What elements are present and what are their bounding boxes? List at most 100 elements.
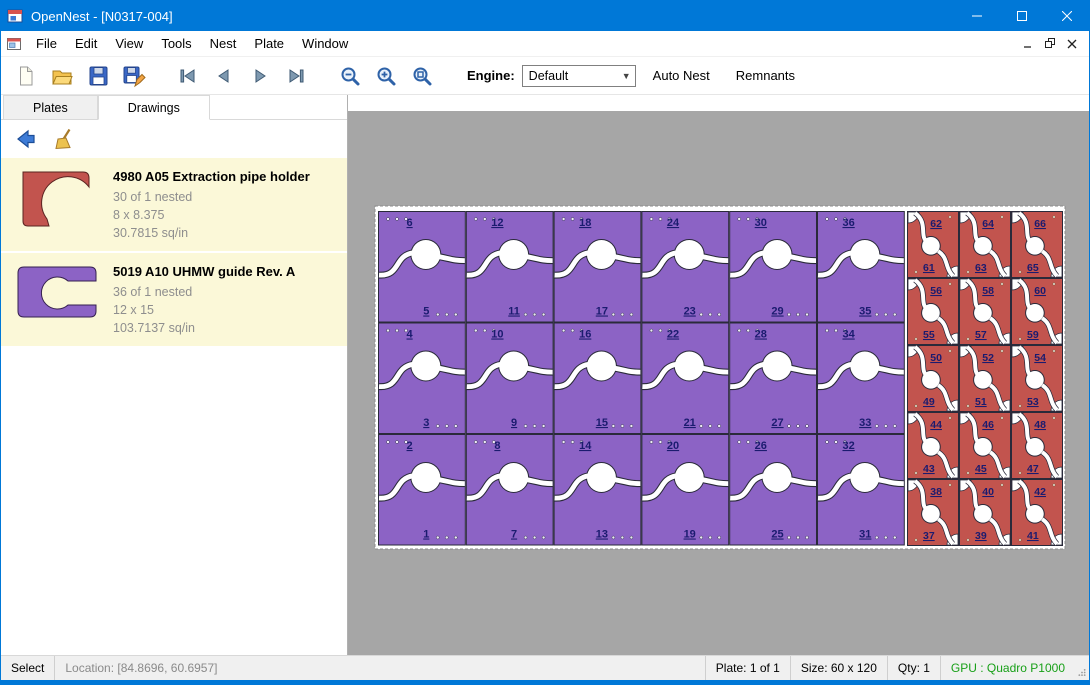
part-number-33[interactable]: 33: [859, 417, 871, 429]
nest-cell-red-42-41[interactable]: 4241: [1012, 480, 1063, 546]
nest-cell-purple-28-27[interactable]: 2827: [730, 323, 817, 434]
nest-cell-purple-16-15[interactable]: 1615: [554, 323, 641, 434]
nest-cell-purple-36-35[interactable]: 36 35: [818, 212, 905, 323]
nest-cell-red-54-53[interactable]: 5453: [1012, 346, 1063, 412]
nest-cell-red-50-49[interactable]: 5049: [908, 346, 959, 412]
part-number-48[interactable]: 48: [1034, 419, 1046, 431]
part-number-17[interactable]: 17: [596, 306, 608, 318]
part-number-35[interactable]: 35: [859, 306, 871, 318]
nest-cell-purple-26-25[interactable]: 26 25: [730, 435, 817, 546]
mdi-restore-button[interactable]: [1039, 34, 1061, 54]
part-number-53[interactable]: 53: [1027, 396, 1039, 408]
part-number-22[interactable]: 22: [667, 329, 679, 341]
part-number-58[interactable]: 58: [982, 285, 994, 297]
part-number-61[interactable]: 61: [923, 262, 935, 274]
part-number-11[interactable]: 11: [508, 306, 520, 318]
part-number-25[interactable]: 25: [771, 529, 783, 541]
menu-item-view[interactable]: View: [106, 32, 152, 55]
part-number-9[interactable]: 9: [511, 417, 517, 429]
part-number-42[interactable]: 42: [1034, 486, 1046, 498]
nest-cell-red-44-43[interactable]: 44 43: [908, 413, 959, 479]
back-button[interactable]: [9, 124, 41, 154]
nest-cell-red-40-39[interactable]: 40 39: [960, 480, 1011, 546]
part-number-38[interactable]: 38: [930, 486, 942, 498]
part-number-40[interactable]: 40: [982, 486, 994, 498]
part-number-12[interactable]: 12: [491, 217, 503, 229]
nest-cell-red-66-65[interactable]: 66 65: [1012, 212, 1063, 278]
mdi-close-button[interactable]: [1061, 34, 1083, 54]
nest-cell-red-62-61[interactable]: 6261: [908, 212, 959, 278]
nest-cell-purple-32-31[interactable]: 32 31: [818, 435, 905, 546]
part-number-56[interactable]: 56: [930, 285, 942, 297]
drawing-list-item-1[interactable]: 4980 A05 Extraction pipe holder 30 of 1 …: [1, 158, 347, 251]
zoom-fit-button[interactable]: [407, 61, 437, 91]
nest-cell-red-58-57[interactable]: 58 57: [960, 279, 1011, 345]
auto-nest-button[interactable]: Auto Nest: [644, 62, 719, 89]
part-number-44[interactable]: 44: [930, 419, 942, 431]
part-number-66[interactable]: 66: [1034, 218, 1046, 230]
part-number-37[interactable]: 37: [923, 530, 935, 542]
part-number-31[interactable]: 31: [859, 529, 871, 541]
part-number-28[interactable]: 28: [755, 329, 767, 341]
part-number-16[interactable]: 16: [579, 329, 591, 341]
part-number-1[interactable]: 1: [423, 529, 429, 541]
part-number-21[interactable]: 21: [684, 417, 696, 429]
part-number-32[interactable]: 32: [842, 440, 854, 452]
resize-grip[interactable]: [1075, 656, 1089, 680]
part-number-47[interactable]: 47: [1027, 463, 1039, 475]
part-number-23[interactable]: 23: [684, 306, 696, 318]
part-number-60[interactable]: 60: [1034, 285, 1046, 297]
save-button[interactable]: [83, 61, 113, 91]
nest-cell-purple-12-11[interactable]: 12 11: [466, 212, 553, 323]
new-button[interactable]: [11, 61, 41, 91]
tab-plates[interactable]: Plates: [3, 95, 98, 119]
nest-cell-purple-14-13[interactable]: 1413: [554, 435, 641, 546]
nav-next-button[interactable]: [245, 61, 275, 91]
part-number-15[interactable]: 15: [596, 417, 608, 429]
engine-select[interactable]: Default ▼: [522, 65, 636, 87]
minimize-button[interactable]: [954, 1, 999, 31]
part-number-26[interactable]: 26: [755, 440, 767, 452]
part-number-13[interactable]: 13: [596, 529, 608, 541]
part-number-4[interactable]: 4: [407, 329, 414, 341]
menu-item-tools[interactable]: Tools: [152, 32, 200, 55]
part-number-7[interactable]: 7: [511, 529, 517, 541]
drawing-list-item-2[interactable]: 5019 A10 UHMW guide Rev. A 36 of 1 neste…: [1, 253, 347, 346]
menu-item-file[interactable]: File: [27, 32, 66, 55]
part-number-57[interactable]: 57: [975, 329, 987, 341]
part-number-51[interactable]: 51: [975, 396, 987, 408]
menu-item-edit[interactable]: Edit: [66, 32, 106, 55]
nest-canvas[interactable]: 6512111817242330293635431091615222128273…: [348, 111, 1089, 655]
part-number-63[interactable]: 63: [975, 262, 987, 274]
part-number-6[interactable]: 6: [407, 217, 413, 229]
zoom-in-button[interactable]: [371, 61, 401, 91]
part-number-45[interactable]: 45: [975, 463, 987, 475]
save-as-button[interactable]: [119, 61, 149, 91]
part-number-36[interactable]: 36: [842, 217, 854, 229]
part-number-39[interactable]: 39: [975, 530, 987, 542]
part-number-65[interactable]: 65: [1027, 262, 1039, 274]
maximize-button[interactable]: [999, 1, 1044, 31]
nest-cell-red-64-63[interactable]: 64 63: [960, 212, 1011, 278]
part-number-2[interactable]: 2: [407, 440, 413, 452]
part-number-24[interactable]: 24: [667, 217, 680, 229]
menu-item-plate[interactable]: Plate: [245, 32, 293, 55]
nest-cell-purple-2-1[interactable]: 21: [379, 435, 466, 546]
nest-cell-red-60-59[interactable]: 6059: [1012, 279, 1063, 345]
open-button[interactable]: [47, 61, 77, 91]
nav-first-button[interactable]: [173, 61, 203, 91]
nav-last-button[interactable]: [281, 61, 311, 91]
nest-cell-purple-30-29[interactable]: 3029: [730, 212, 817, 323]
part-number-29[interactable]: 29: [771, 306, 783, 318]
part-number-34[interactable]: 34: [842, 329, 855, 341]
part-number-43[interactable]: 43: [923, 463, 935, 475]
part-number-52[interactable]: 52: [982, 352, 994, 364]
nest-cell-red-38-37[interactable]: 38 37: [908, 480, 959, 546]
nest-cell-red-48-47[interactable]: 48 47: [1012, 413, 1063, 479]
remnants-button[interactable]: Remnants: [727, 62, 804, 89]
zoom-out-button[interactable]: [335, 61, 365, 91]
nest-cell-red-56-55[interactable]: 5655: [908, 279, 959, 345]
part-number-64[interactable]: 64: [982, 218, 994, 230]
clear-button[interactable]: [49, 124, 81, 154]
nest-cell-red-52-51[interactable]: 52 51: [960, 346, 1011, 412]
